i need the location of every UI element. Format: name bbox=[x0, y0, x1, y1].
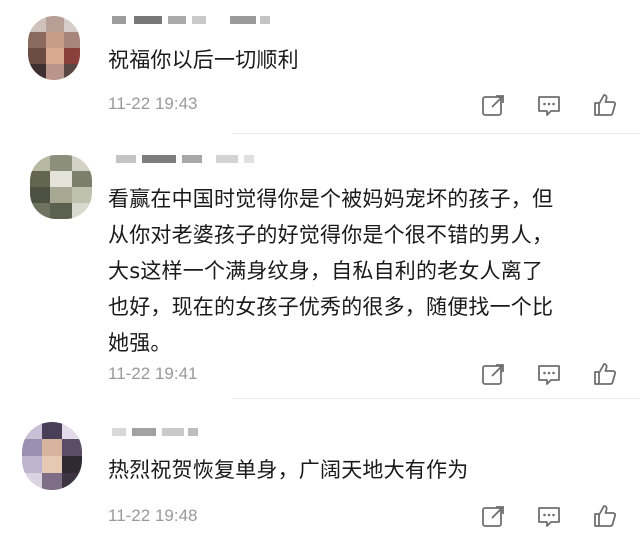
comment-item: 看赢在中国时觉得你是个被妈妈宠坏的孩子，但 从你对老婆孩子的好觉得你是个很不错的… bbox=[0, 135, 640, 400]
avatar[interactable] bbox=[30, 155, 92, 219]
comment-timestamp: 11-22 19:41 bbox=[108, 364, 198, 383]
username-mosaic[interactable] bbox=[116, 155, 256, 171]
avatar[interactable] bbox=[28, 16, 80, 80]
comment-item: 祝福你以后一切顺利 11-22 19:43 bbox=[0, 0, 640, 135]
comment-icon[interactable] bbox=[536, 92, 562, 118]
comment-actions bbox=[480, 361, 618, 387]
username-mosaic[interactable] bbox=[112, 16, 272, 32]
comment-icon[interactable] bbox=[536, 361, 562, 387]
share-icon[interactable] bbox=[480, 503, 506, 529]
comment-text: 看赢在中国时觉得你是个被妈妈宠坏的孩子，但 从你对老婆孩子的好觉得你是个很不错的… bbox=[108, 187, 554, 355]
username-mosaic[interactable] bbox=[112, 428, 202, 444]
share-icon[interactable] bbox=[480, 92, 506, 118]
comment-item: 热烈祝贺恢复单身，广阔天地大有作为 11-22 19:48 bbox=[0, 400, 640, 547]
thumbs-up-icon[interactable] bbox=[592, 361, 618, 387]
divider bbox=[232, 398, 640, 399]
comment-timestamp: 11-22 19:48 bbox=[108, 506, 198, 525]
divider bbox=[232, 133, 640, 134]
comment-icon[interactable] bbox=[536, 503, 562, 529]
comment-text: 祝福你以后一切顺利 bbox=[108, 48, 299, 72]
comment-actions bbox=[480, 92, 618, 118]
comment-text: 热烈祝贺恢复单身，广阔天地大有作为 bbox=[108, 458, 469, 482]
share-icon[interactable] bbox=[480, 361, 506, 387]
thumbs-up-icon[interactable] bbox=[592, 92, 618, 118]
comment-timestamp: 11-22 19:43 bbox=[108, 94, 198, 113]
comment-actions bbox=[480, 503, 618, 529]
thumbs-up-icon[interactable] bbox=[592, 503, 618, 529]
avatar[interactable] bbox=[22, 422, 82, 490]
